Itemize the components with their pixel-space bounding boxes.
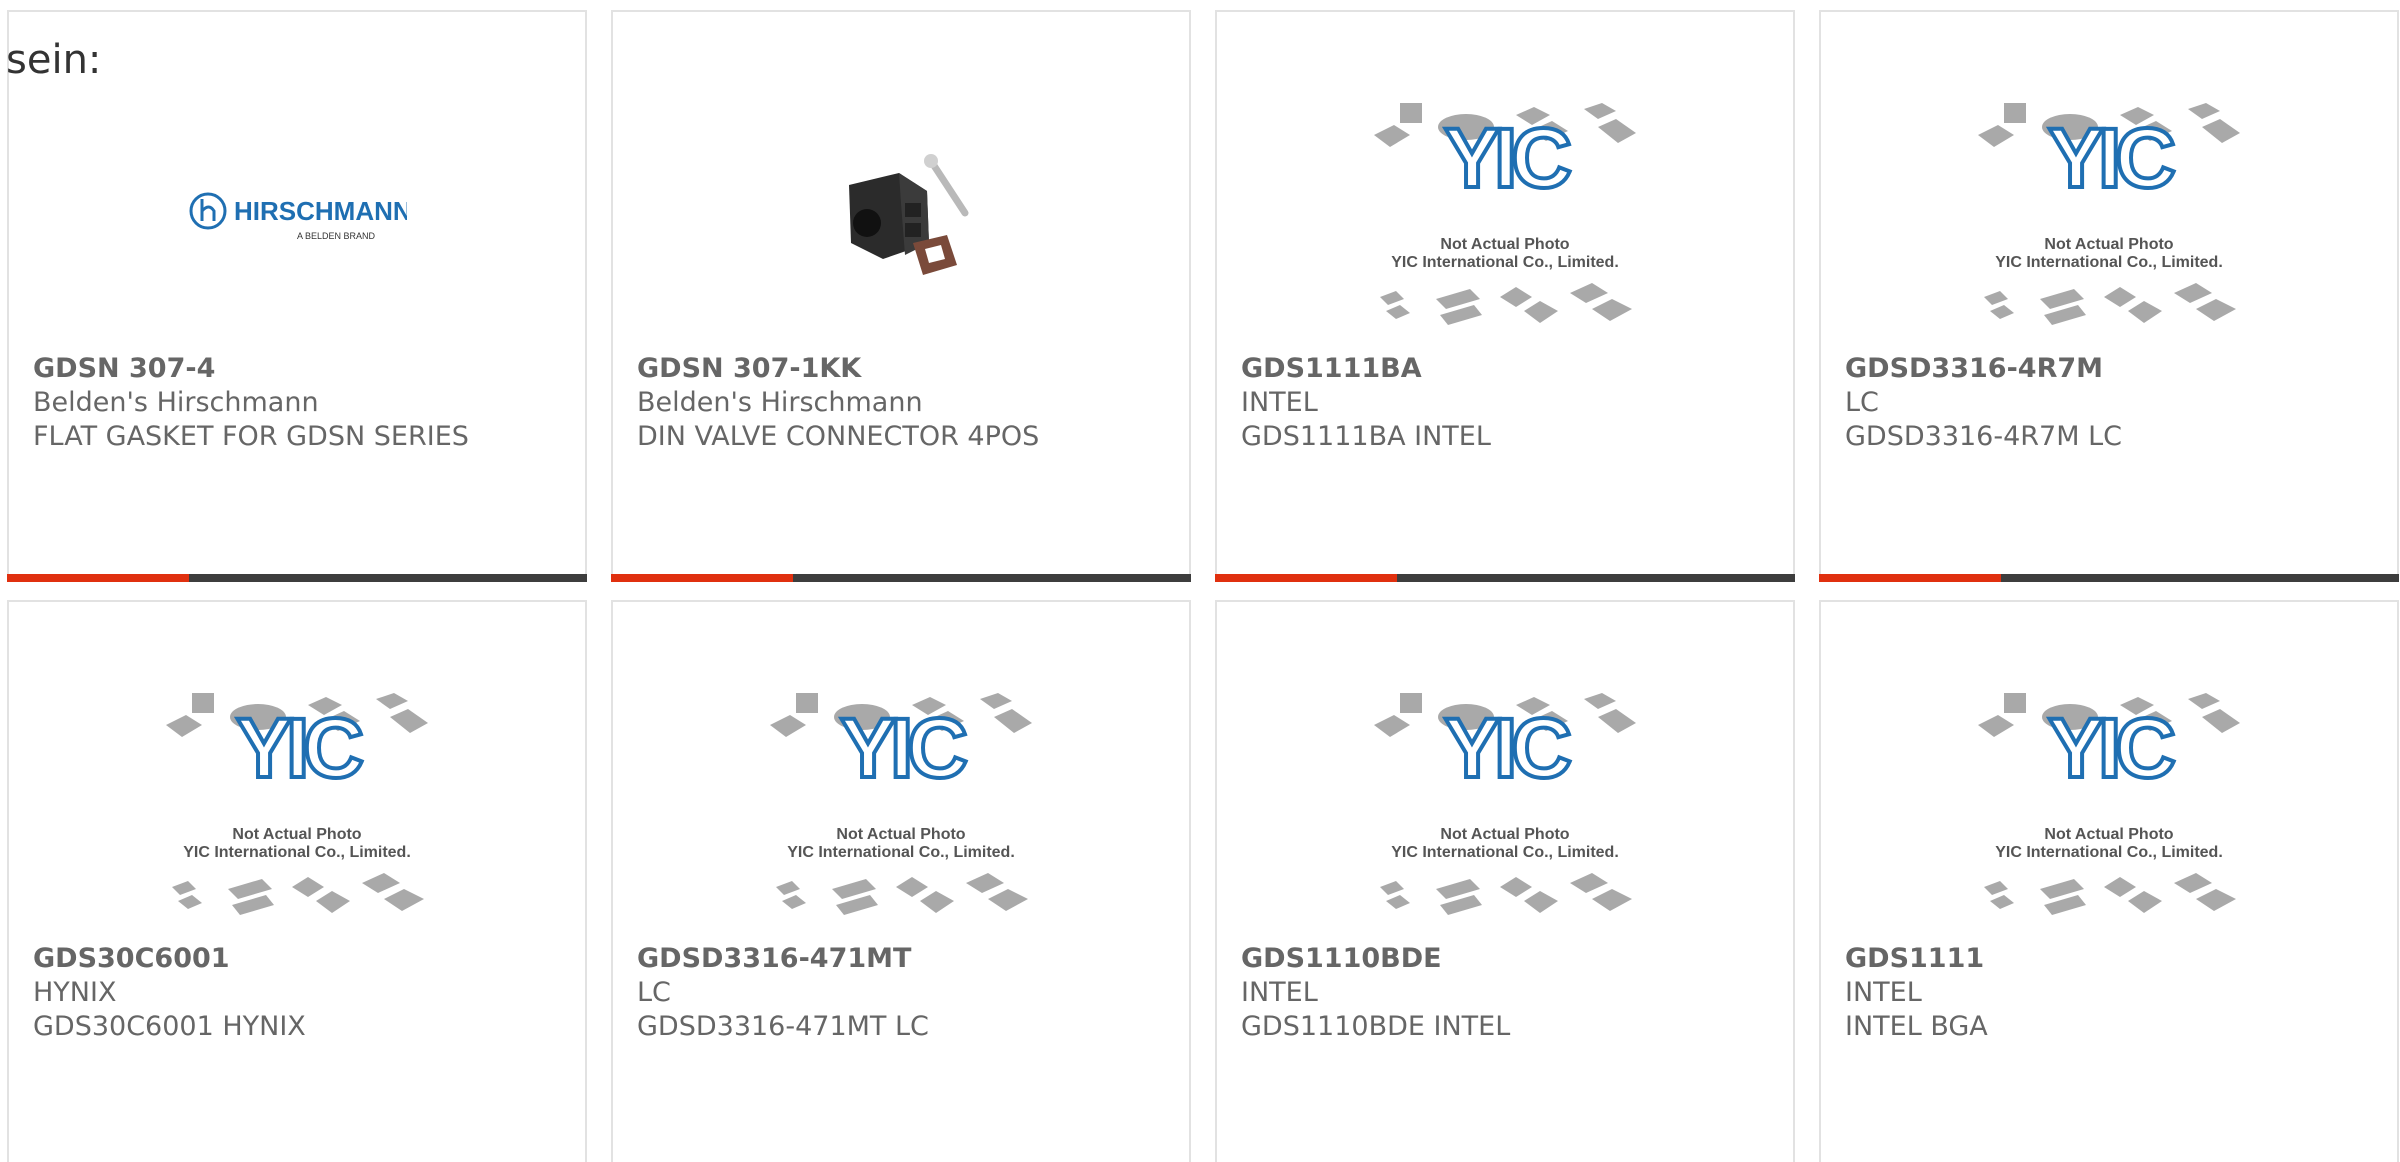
product-card[interactable]: YIC Not Actual Photo YIC International C… xyxy=(1819,10,2399,582)
product-description: FLAT GASKET FOR GDSN SERIES xyxy=(33,421,469,452)
product-info: GDSD3316-471MT LC GDSD3316-471MT LC xyxy=(637,942,1165,1044)
card-bar-accent xyxy=(7,574,189,582)
placeholder-photo: YIC Not Actual Photo YIC International C… xyxy=(1374,693,1636,915)
product-part-number[interactable]: GDS1111BA xyxy=(1241,352,1769,386)
product-description: INTEL BGA xyxy=(1845,1011,1988,1042)
card-bottom-bar xyxy=(1819,574,2399,582)
placeholder-photo: YIC Not Actual Photo YIC International C… xyxy=(166,693,428,915)
product-brand: INTEL xyxy=(1241,977,1318,1008)
product-part-number[interactable]: GDSN 307-1KK xyxy=(637,352,1165,386)
product-image: YIC Not Actual Photo YIC International C… xyxy=(1821,682,2397,932)
logo-tagline: A BELDEN BRAND xyxy=(297,231,376,241)
placeholder-caption: Not Actual Photo xyxy=(232,826,361,843)
card-bottom-bar xyxy=(7,574,587,582)
product-card[interactable]: YIC Not Actual Photo YIC International C… xyxy=(7,600,587,1162)
placeholder-photo: YIC Not Actual Photo YIC International C… xyxy=(1978,103,2240,325)
svg-text:YIC: YIC xyxy=(2048,111,2174,205)
card-bottom-bar xyxy=(1215,574,1795,582)
product-card[interactable]: YIC Not Actual Photo YIC International C… xyxy=(1215,600,1795,1162)
svg-text:YIC: YIC xyxy=(1444,701,1570,795)
placeholder-company: YIC International Co., Limited. xyxy=(1391,844,1619,861)
product-part-number[interactable]: GDSD3316-4R7M xyxy=(1845,352,2373,386)
placeholder-caption: Not Actual Photo xyxy=(2044,236,2173,253)
product-part-number[interactable]: GDSN 307-4 xyxy=(33,352,561,386)
page: HIRSCHMANN A BELDEN BRAND GDSN 307-4 Bel… xyxy=(0,0,2400,1162)
product-info: GDS1110BDE INTEL GDS1110BDE INTEL xyxy=(1241,942,1769,1044)
svg-text:YIC: YIC xyxy=(840,701,966,795)
product-description: GDS1110BDE INTEL xyxy=(1241,1011,1511,1042)
product-image: YIC Not Actual Photo YIC International C… xyxy=(9,682,585,932)
product-image: YIC Not Actual Photo YIC International C… xyxy=(613,682,1189,932)
placeholder-company: YIC International Co., Limited. xyxy=(1995,844,2223,861)
placeholder-caption: Not Actual Photo xyxy=(1440,826,1569,843)
svg-text:YIC: YIC xyxy=(236,701,362,795)
product-brand: INTEL xyxy=(1241,387,1318,418)
product-brand: Belden's Hirschmann xyxy=(33,387,319,418)
placeholder-company: YIC International Co., Limited. xyxy=(1995,254,2223,271)
product-part-number[interactable]: GDS1110BDE xyxy=(1241,942,1769,976)
product-brand: LC xyxy=(1845,387,1879,418)
product-card[interactable]: YIC Not Actual Photo YIC International C… xyxy=(1819,600,2399,1162)
product-part-number[interactable]: GDS1111 xyxy=(1845,942,2373,976)
product-image xyxy=(613,92,1189,342)
product-info: GDSN 307-1KK Belden's Hirschmann DIN VAL… xyxy=(637,352,1165,454)
svg-text:YIC: YIC xyxy=(2048,701,2174,795)
product-part-number[interactable]: GDS30C6001 xyxy=(33,942,561,976)
placeholder-caption: Not Actual Photo xyxy=(2044,826,2173,843)
placeholder-photo: YIC Not Actual Photo YIC International C… xyxy=(770,693,1032,915)
product-card[interactable]: YIC Not Actual Photo YIC International C… xyxy=(611,600,1191,1162)
product-card[interactable]: YIC Not Actual Photo YIC International C… xyxy=(1215,10,1795,582)
hirschmann-logo: HIRSCHMANN A BELDEN BRAND xyxy=(189,192,407,241)
card-bottom-bar xyxy=(611,574,1191,582)
product-info: GDS1111 INTEL INTEL BGA xyxy=(1845,942,2373,1044)
connector-photo xyxy=(849,154,969,275)
product-description: GDS1111BA INTEL xyxy=(1241,421,1491,452)
product-grid: HIRSCHMANN A BELDEN BRAND GDSN 307-4 Bel… xyxy=(7,10,2399,1162)
card-bar-accent xyxy=(1215,574,1397,582)
product-card[interactable]: HIRSCHMANN A BELDEN BRAND GDSN 307-4 Bel… xyxy=(7,10,587,582)
placeholder-company: YIC International Co., Limited. xyxy=(183,844,411,861)
placeholder-company: YIC International Co., Limited. xyxy=(1391,254,1619,271)
product-part-number[interactable]: GDSD3316-471MT xyxy=(637,942,1165,976)
placeholder-photo: YIC Not Actual Photo YIC International C… xyxy=(1978,693,2240,915)
product-brand: Belden's Hirschmann xyxy=(637,387,923,418)
product-description: GDSD3316-471MT LC xyxy=(637,1011,929,1042)
product-info: GDSN 307-4 Belden's Hirschmann FLAT GASK… xyxy=(33,352,561,454)
card-bar-accent xyxy=(1819,574,2001,582)
placeholder-photo: YIC Not Actual Photo YIC International C… xyxy=(1374,103,1636,325)
product-brand: INTEL xyxy=(1845,977,1922,1008)
product-image: YIC Not Actual Photo YIC International C… xyxy=(1217,682,1793,932)
lead-text: sein: xyxy=(6,37,102,83)
placeholder-company: YIC International Co., Limited. xyxy=(787,844,1015,861)
product-card[interactable]: GDSN 307-1KK Belden's Hirschmann DIN VAL… xyxy=(611,10,1191,582)
product-brand: HYNIX xyxy=(33,977,117,1008)
product-image: HIRSCHMANN A BELDEN BRAND xyxy=(9,92,585,342)
logo-wordmark: HIRSCHMANN xyxy=(234,196,407,226)
product-image: YIC Not Actual Photo YIC International C… xyxy=(1821,92,2397,342)
product-description: GDSD3316-4R7M LC xyxy=(1845,421,2122,452)
svg-text:YIC: YIC xyxy=(1444,111,1570,205)
placeholder-caption: Not Actual Photo xyxy=(1440,236,1569,253)
product-info: GDS1111BA INTEL GDS1111BA INTEL xyxy=(1241,352,1769,454)
product-description: DIN VALVE CONNECTOR 4POS xyxy=(637,421,1040,452)
product-image: YIC Not Actual Photo YIC International C… xyxy=(1217,92,1793,342)
card-bar-accent xyxy=(611,574,793,582)
product-description: GDS30C6001 HYNIX xyxy=(33,1011,306,1042)
product-brand: LC xyxy=(637,977,671,1008)
product-info: GDS30C6001 HYNIX GDS30C6001 HYNIX xyxy=(33,942,561,1044)
placeholder-caption: Not Actual Photo xyxy=(836,826,965,843)
product-info: GDSD3316-4R7M LC GDSD3316-4R7M LC xyxy=(1845,352,2373,454)
